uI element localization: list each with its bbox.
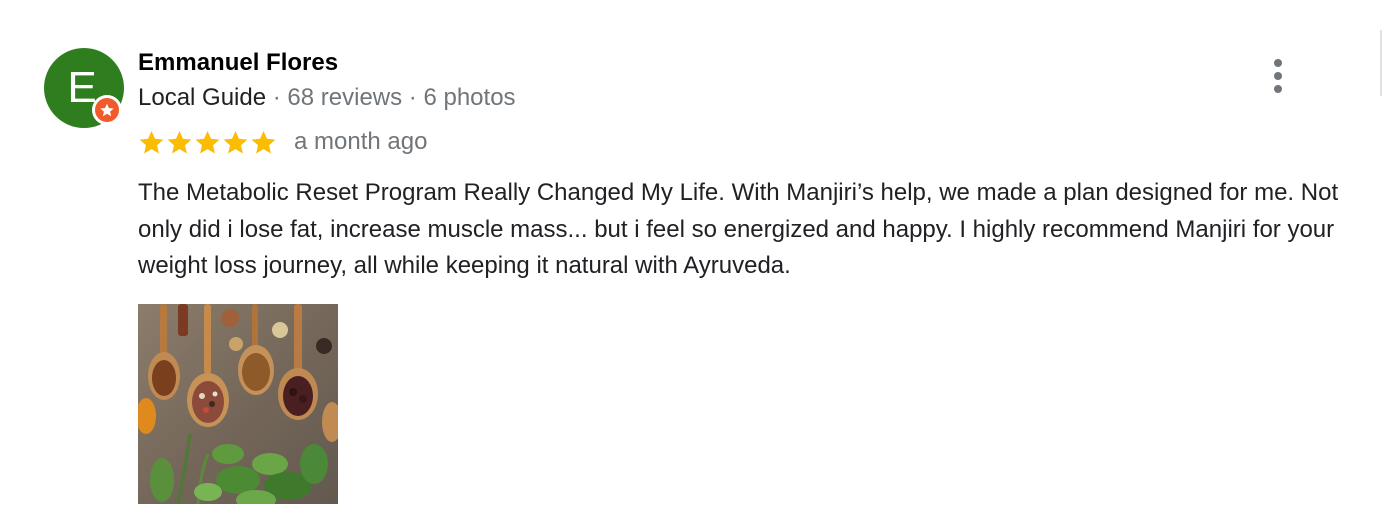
local-guide-label: Local Guide bbox=[138, 84, 267, 111]
author-meta: Local Guide · 68 reviews · 6 photos bbox=[138, 84, 516, 112]
author-name[interactable]: Emmanuel Flores bbox=[138, 49, 338, 77]
star-icon bbox=[167, 130, 192, 154]
scrollbar-edge bbox=[1380, 30, 1382, 96]
meta-separator: · bbox=[266, 84, 288, 111]
photo-count[interactable]: 6 photos bbox=[423, 84, 515, 111]
more-vert-icon-dot bbox=[1274, 72, 1282, 80]
review-photo[interactable] bbox=[138, 304, 338, 504]
more-options-button[interactable] bbox=[1262, 56, 1294, 96]
star-icon bbox=[195, 130, 220, 154]
review-text: The Metabolic Reset Program Really Chang… bbox=[138, 179, 1339, 279]
star-icon bbox=[100, 103, 114, 117]
review-card: E Emmanuel Flores Local Guide · 68 revie… bbox=[0, 0, 1384, 516]
rating-row: a month ago bbox=[138, 128, 427, 156]
review-time: a month ago bbox=[294, 128, 428, 155]
star-icon bbox=[139, 130, 164, 154]
author-avatar[interactable]: E bbox=[44, 48, 124, 128]
more-vert-icon-dot bbox=[1274, 59, 1282, 67]
local-guide-badge-icon bbox=[92, 95, 122, 125]
star-rating bbox=[138, 129, 277, 156]
star-icon bbox=[223, 130, 248, 154]
spices-photo-image bbox=[138, 304, 338, 504]
more-vert-icon-dot bbox=[1274, 85, 1282, 93]
review-count[interactable]: 68 reviews bbox=[287, 84, 402, 111]
star-icon bbox=[251, 130, 276, 154]
meta-separator: · bbox=[402, 84, 424, 111]
